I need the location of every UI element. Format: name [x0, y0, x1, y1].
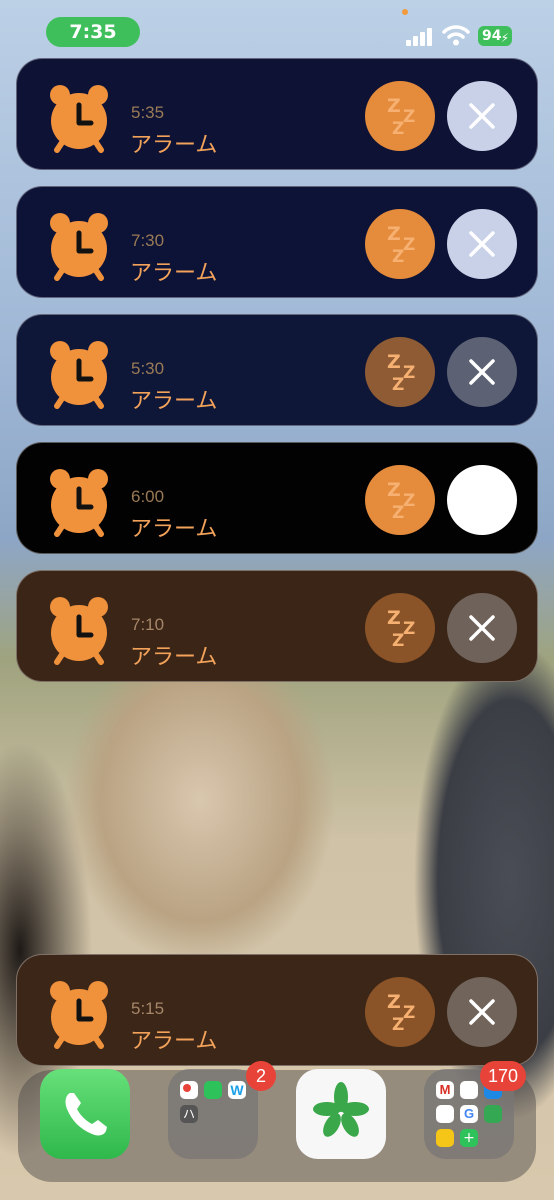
alarm-clock-icon — [50, 469, 108, 537]
dismiss-button[interactable] — [447, 977, 517, 1047]
alarm-clock-icon — [50, 213, 108, 281]
line-app-icon — [204, 1081, 222, 1099]
close-x-icon — [469, 999, 495, 1025]
alarm-notification[interactable]: 5:35 アラーム ZZZ — [16, 58, 538, 170]
alarm-notification[interactable]: 6:00 アラーム ZZZ — [16, 442, 538, 554]
notification-badge: 170 — [480, 1061, 527, 1091]
zzz-snooze-icon: Z — [387, 223, 401, 245]
alarm-time: 7:30 — [131, 231, 165, 250]
zzz-snooze-icon: Z — [387, 351, 401, 373]
privacy-indicator-dot — [402, 9, 408, 15]
alarm-label: アラーム — [130, 517, 218, 542]
alarm-clock-icon — [50, 341, 108, 409]
battery-level: 94 — [482, 28, 502, 44]
alarm-time: 5:15 — [131, 999, 165, 1018]
dismiss-button[interactable] — [447, 465, 517, 535]
phone-handset-icon — [65, 1093, 107, 1136]
alarm-time: 5:30 — [131, 359, 165, 378]
close-x-icon — [469, 615, 495, 641]
alarm-notification[interactable]: 5:30 アラーム ZZZ — [16, 314, 538, 426]
google-icon: G — [460, 1105, 478, 1123]
alarm-notification[interactable]: 7:10 アラーム ZZZ — [16, 570, 538, 682]
ha-app-icon: ハ — [180, 1105, 198, 1123]
app-folder[interactable]: M G + 170 — [424, 1061, 527, 1159]
alarm-label: アラーム — [130, 261, 218, 286]
battery-indicator: 94 ⚡ — [478, 26, 512, 46]
w-app-icon: W — [228, 1081, 246, 1099]
alarm-time: 7:10 — [131, 615, 165, 634]
close-x-icon — [469, 359, 495, 385]
snooze-button[interactable]: ZZZ — [365, 465, 435, 535]
alarm-notification[interactable]: 7:30 アラーム ZZZ — [16, 186, 538, 298]
close-x-icon — [469, 231, 495, 257]
alarm-clock-icon — [50, 597, 108, 665]
cellular-signal-icon — [406, 28, 434, 46]
wifi-icon — [442, 25, 470, 46]
dismiss-button[interactable] — [447, 593, 517, 663]
zzz-snooze-icon: Z — [387, 479, 401, 501]
alarm-clock-icon — [50, 981, 108, 1049]
gmail-icon: M — [436, 1081, 454, 1099]
charging-bolt-icon: ⚡ — [500, 31, 509, 45]
sheets-icon — [484, 1105, 502, 1123]
app-folder[interactable]: W ハ 2 — [168, 1061, 276, 1159]
snooze-button[interactable]: ZZZ — [365, 337, 435, 407]
dismiss-button[interactable] — [447, 209, 517, 279]
phone-app-icon[interactable] — [40, 1069, 130, 1159]
snooze-button[interactable]: ZZZ — [365, 977, 435, 1047]
notification-badge: 2 — [246, 1061, 276, 1091]
four-leaf-icon — [313, 1082, 369, 1137]
plus-icon: + — [460, 1129, 478, 1147]
alarm-clock-icon — [50, 85, 108, 153]
alarm-notification[interactable]: 5:15 アラーム ZZZ — [16, 954, 538, 1066]
dismiss-button[interactable] — [447, 81, 517, 151]
alarm-label: アラーム — [130, 389, 218, 414]
alarm-time: 6:00 — [131, 487, 165, 506]
alarm-label: アラーム — [130, 133, 218, 158]
zzz-snooze-icon: Z — [387, 607, 401, 629]
delivery-icon — [436, 1129, 454, 1147]
snooze-button[interactable]: ZZZ — [365, 209, 435, 279]
status-time[interactable]: 7:35 — [46, 17, 140, 47]
close-x-icon — [469, 103, 495, 129]
dismiss-button[interactable] — [447, 337, 517, 407]
alarm-label: アラーム — [130, 645, 218, 670]
drive-icon — [436, 1105, 454, 1123]
alarm-time: 5:35 — [131, 103, 165, 122]
zzz-snooze-icon: Z — [387, 95, 401, 117]
alarm-label: アラーム — [130, 1029, 218, 1054]
status-bar: 7:35 94 ⚡ — [0, 0, 554, 60]
photos-icon — [460, 1081, 478, 1099]
snooze-button[interactable]: ZZZ — [365, 81, 435, 151]
leaf-app-icon[interactable] — [296, 1069, 386, 1159]
zzz-snooze-icon: Z — [387, 991, 401, 1013]
snooze-button[interactable]: ZZZ — [365, 593, 435, 663]
